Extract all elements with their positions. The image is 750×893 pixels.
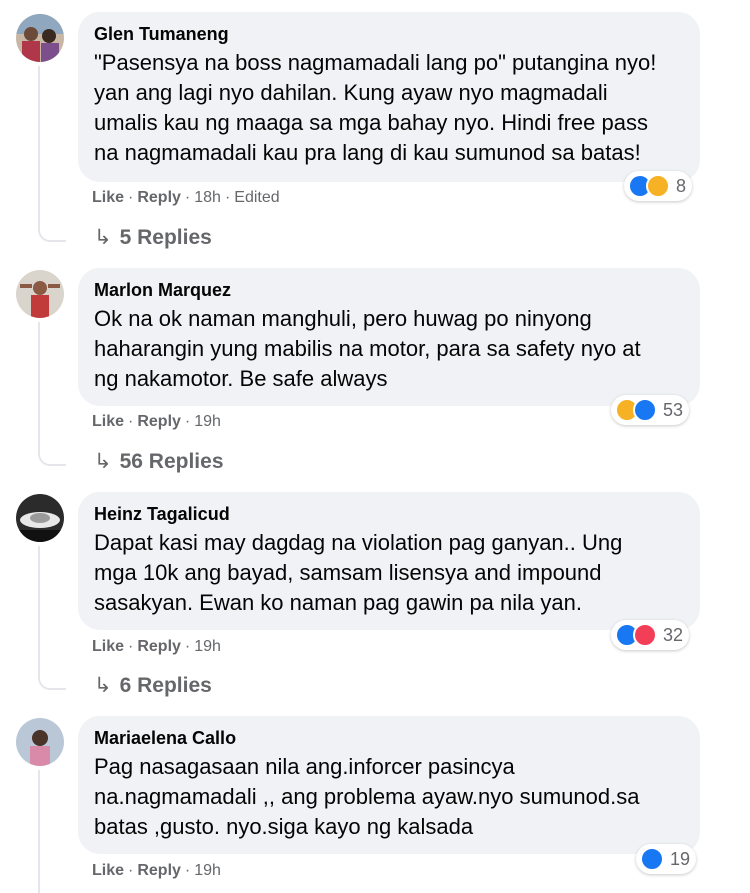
thread-line	[38, 546, 40, 676]
reply-button[interactable]: Reply	[137, 638, 181, 655]
thread-connector	[38, 446, 66, 466]
avatar[interactable]	[16, 494, 64, 542]
timestamp[interactable]: 19h	[194, 862, 221, 879]
like-button[interactable]: Like	[92, 413, 124, 430]
thread-connector	[38, 670, 66, 690]
reaction-count: 19	[670, 848, 691, 869]
reply-button[interactable]: Reply	[137, 413, 181, 430]
view-replies-link[interactable]: ↳ 6 Replies	[94, 672, 212, 700]
comment-text: "Pasensya na boss nagmamadali lang po" p…	[94, 48, 684, 168]
reaction-count: 32	[663, 624, 684, 645]
comment-line: Pag nasagasaan nila ang.inforcer pasincy…	[94, 754, 515, 779]
comment-author[interactable]: Glen Tumaneng	[94, 22, 684, 46]
comment-line: Ok na ok naman manghuli, pero huwag po n…	[94, 306, 592, 331]
reactions-summary[interactable]: 32	[611, 620, 690, 650]
comment-line: Dapat kasi may dagdag na violation pag g…	[94, 530, 623, 555]
thread-line	[38, 770, 40, 893]
reactions-summary[interactable]: 19	[636, 844, 697, 874]
view-replies-link[interactable]: ↳ 5 Replies	[94, 224, 212, 252]
haha-icon	[646, 174, 670, 198]
edited-label: Edited	[234, 189, 280, 206]
avatar[interactable]	[16, 14, 64, 62]
timestamp[interactable]: 18h	[194, 189, 221, 206]
timestamp[interactable]: 19h	[194, 638, 221, 655]
like-icon	[633, 398, 657, 422]
like-icon	[640, 847, 664, 871]
avatar[interactable]	[16, 270, 64, 318]
comment-line: umalis kau ng maaga sa mga bahay nyo. Hi…	[94, 110, 648, 135]
reaction-count: 8	[676, 175, 687, 196]
comment-bubble: Glen Tumaneng "Pasensya na boss nagmamad…	[78, 12, 700, 182]
comment-bubble: Heinz Tagalicud Dapat kasi may dagdag na…	[78, 492, 700, 630]
reply-arrow-icon: ↳	[94, 674, 112, 697]
replies-count: 56 Replies	[119, 450, 224, 473]
comment-line: ng nakamotor. Be safe always	[94, 366, 388, 391]
comment-text: Dapat kasi may dagdag na violation pag g…	[94, 528, 684, 618]
comment-line: mga 10k ang bayad, samsam lisensya and i…	[94, 560, 602, 585]
reply-arrow-icon: ↳	[94, 450, 112, 473]
like-button[interactable]: Like	[92, 638, 124, 655]
comment-line: haharangin yung mabilis na motor, para s…	[94, 336, 641, 361]
comment-author[interactable]: Heinz Tagalicud	[94, 502, 684, 526]
comment-line: yan ang lagi nyo dahilan. Kung ayaw nyo …	[94, 80, 608, 105]
replies-count: 5 Replies	[119, 226, 212, 249]
thread-connector	[38, 222, 66, 242]
love-icon	[633, 623, 657, 647]
reply-button[interactable]: Reply	[137, 189, 181, 206]
timestamp[interactable]: 19h	[194, 413, 221, 430]
comment-text: Pag nasagasaan nila ang.inforcer pasincy…	[94, 752, 684, 842]
view-replies-link[interactable]: ↳ 56 Replies	[94, 448, 224, 476]
thread-line	[38, 66, 40, 228]
avatar[interactable]	[16, 718, 64, 766]
comment-line: batas ,gusto. nyo.siga kayo ng kalsada	[94, 814, 474, 839]
reactions-summary[interactable]: 53	[611, 395, 690, 425]
comment-author[interactable]: Marlon Marquez	[94, 278, 684, 302]
comment-actions: Like · Reply · 19h	[92, 638, 221, 655]
reply-button[interactable]: Reply	[137, 862, 181, 879]
reply-arrow-icon: ↳	[94, 226, 112, 249]
like-button[interactable]: Like	[92, 189, 124, 206]
comment-line: na.nagmamadali ,, ang problema ayaw.nyo …	[94, 784, 640, 809]
comment-actions: Like · Reply · 19h	[92, 862, 221, 879]
like-button[interactable]: Like	[92, 862, 124, 879]
comment-actions: Like · Reply · 18h · Edited	[92, 189, 280, 206]
comment-author[interactable]: Mariaelena Callo	[94, 726, 684, 750]
reaction-count: 53	[663, 399, 684, 420]
comment-line: sasakyan. Ewan ko naman pag gawin pa nil…	[94, 590, 582, 615]
comment-bubble: Marlon Marquez Ok na ok naman manghuli, …	[78, 268, 700, 406]
comment-line: na nagmamadali kau pra lang di kau sumun…	[94, 140, 641, 165]
reactions-summary[interactable]: 8	[624, 171, 693, 201]
comment-line: "Pasensya na boss nagmamadali lang po" p…	[94, 50, 657, 75]
comment-actions: Like · Reply · 19h	[92, 413, 221, 430]
comment-bubble: Mariaelena Callo Pag nasagasaan nila ang…	[78, 716, 700, 854]
replies-count: 6 Replies	[119, 674, 212, 697]
comment-text: Ok na ok naman manghuli, pero huwag po n…	[94, 304, 684, 394]
thread-line	[38, 322, 40, 452]
